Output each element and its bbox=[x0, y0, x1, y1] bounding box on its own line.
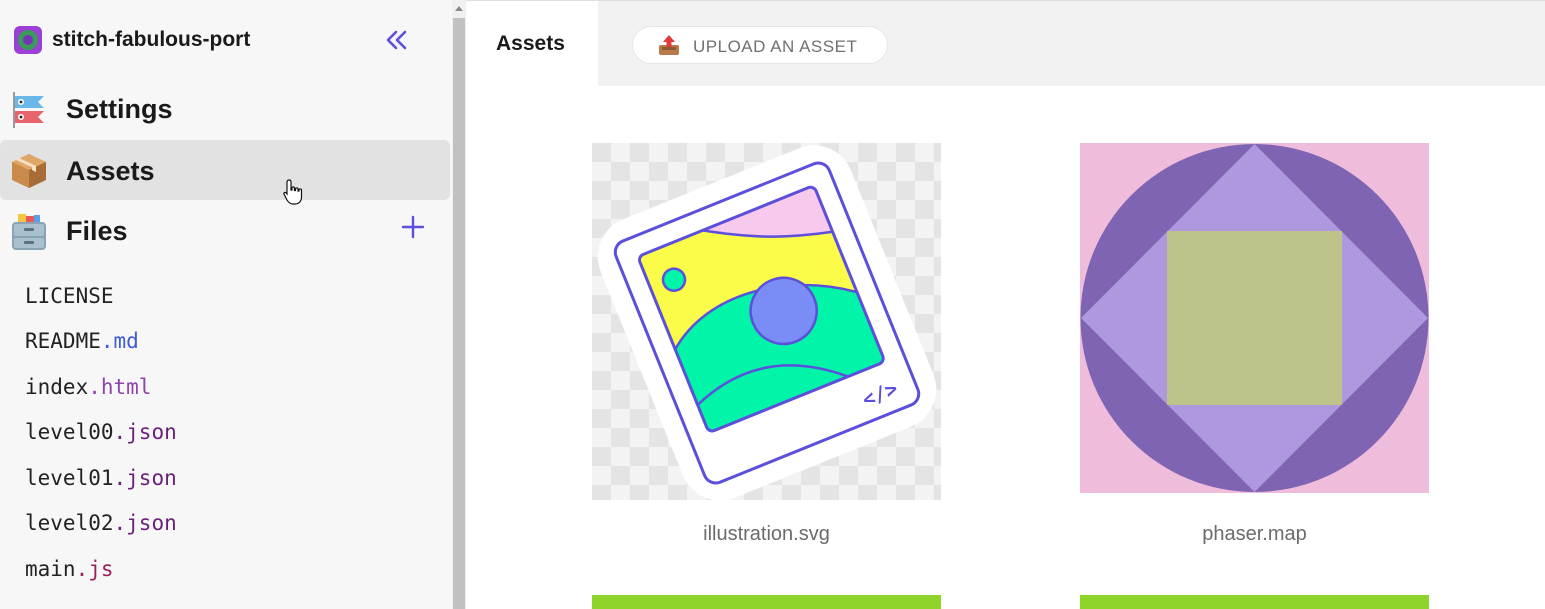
tab-assets[interactable]: Assets bbox=[466, 1, 598, 87]
sidebar-item-settings[interactable]: Settings bbox=[0, 78, 450, 138]
asset-name: illustration.svg bbox=[703, 523, 830, 545]
tab-bar: Assets UPLOAD AN ASSET bbox=[466, 0, 1545, 87]
upload-asset-label: UPLOAD AN ASSET bbox=[693, 37, 858, 56]
sidebar-item-label: Files bbox=[66, 216, 128, 246]
file-cabinet-icon bbox=[8, 210, 50, 252]
file-basename: level01 bbox=[25, 466, 114, 490]
scroll-up-arrow-icon[interactable] bbox=[455, 6, 463, 11]
add-file-button[interactable] bbox=[398, 212, 428, 242]
sidebar-item-files[interactable]: Files bbox=[0, 200, 450, 260]
asset-thumbnail: </> bbox=[592, 143, 941, 500]
package-box-icon bbox=[8, 150, 50, 192]
file-extension: .js bbox=[75, 557, 114, 581]
map-preview-icon bbox=[1080, 143, 1429, 500]
file-extension: .md bbox=[100, 329, 139, 353]
plus-icon bbox=[401, 215, 425, 239]
hand-pointer-cursor-icon bbox=[282, 178, 304, 206]
file-extension: .html bbox=[88, 375, 152, 399]
sidebar-item-label: Settings bbox=[66, 94, 173, 124]
double-chevron-left-icon bbox=[386, 30, 407, 50]
file-basename: README bbox=[25, 329, 101, 353]
file-basename: level02 bbox=[25, 511, 114, 535]
file-item-index[interactable]: index.html bbox=[25, 374, 151, 400]
scrollbar-thumb[interactable] bbox=[453, 18, 465, 609]
sidebar-item-assets[interactable]: Assets bbox=[0, 140, 450, 200]
asset-name: phaser.map bbox=[1202, 523, 1307, 545]
file-extension: .json bbox=[113, 466, 177, 490]
project-name: stitch-fabulous-port bbox=[52, 28, 251, 51]
outbox-tray-icon bbox=[657, 33, 681, 57]
main-content: Assets UPLOAD AN ASSET </> illustration.… bbox=[466, 0, 1545, 609]
tab-label: Assets bbox=[496, 32, 565, 55]
file-item-level02[interactable]: level02.json bbox=[25, 510, 177, 536]
file-extension: .json bbox=[113, 511, 177, 535]
file-basename: level00 bbox=[25, 420, 114, 444]
asset-card-partial[interactable] bbox=[592, 595, 941, 609]
asset-thumbnail bbox=[1080, 143, 1429, 500]
sidebar: stitch-fabulous-port Settings Assets Fil… bbox=[0, 0, 452, 609]
file-extension: .json bbox=[113, 420, 177, 444]
project-header: stitch-fabulous-port bbox=[0, 0, 452, 80]
collapse-sidebar-button[interactable] bbox=[380, 24, 412, 56]
file-basename: main bbox=[25, 557, 76, 581]
file-basename: index bbox=[25, 375, 89, 399]
file-item-license[interactable]: LICENSE bbox=[25, 283, 114, 309]
file-item-readme[interactable]: README.md bbox=[25, 328, 139, 354]
project-logo-icon bbox=[14, 26, 42, 54]
sidebar-scrollbar[interactable] bbox=[452, 0, 466, 609]
image-illustration-icon: </> bbox=[592, 143, 941, 500]
sidebar-item-label: Assets bbox=[66, 156, 155, 186]
asset-card-partial[interactable] bbox=[1080, 595, 1429, 609]
file-item-level00[interactable]: level00.json bbox=[25, 419, 177, 445]
file-item-main[interactable]: main.js bbox=[25, 556, 114, 582]
file-item-level01[interactable]: level01.json bbox=[25, 465, 177, 491]
koinobori-flags-icon bbox=[8, 88, 50, 130]
upload-asset-button[interactable]: UPLOAD AN ASSET bbox=[632, 26, 888, 64]
file-basename: LICENSE bbox=[25, 284, 114, 308]
